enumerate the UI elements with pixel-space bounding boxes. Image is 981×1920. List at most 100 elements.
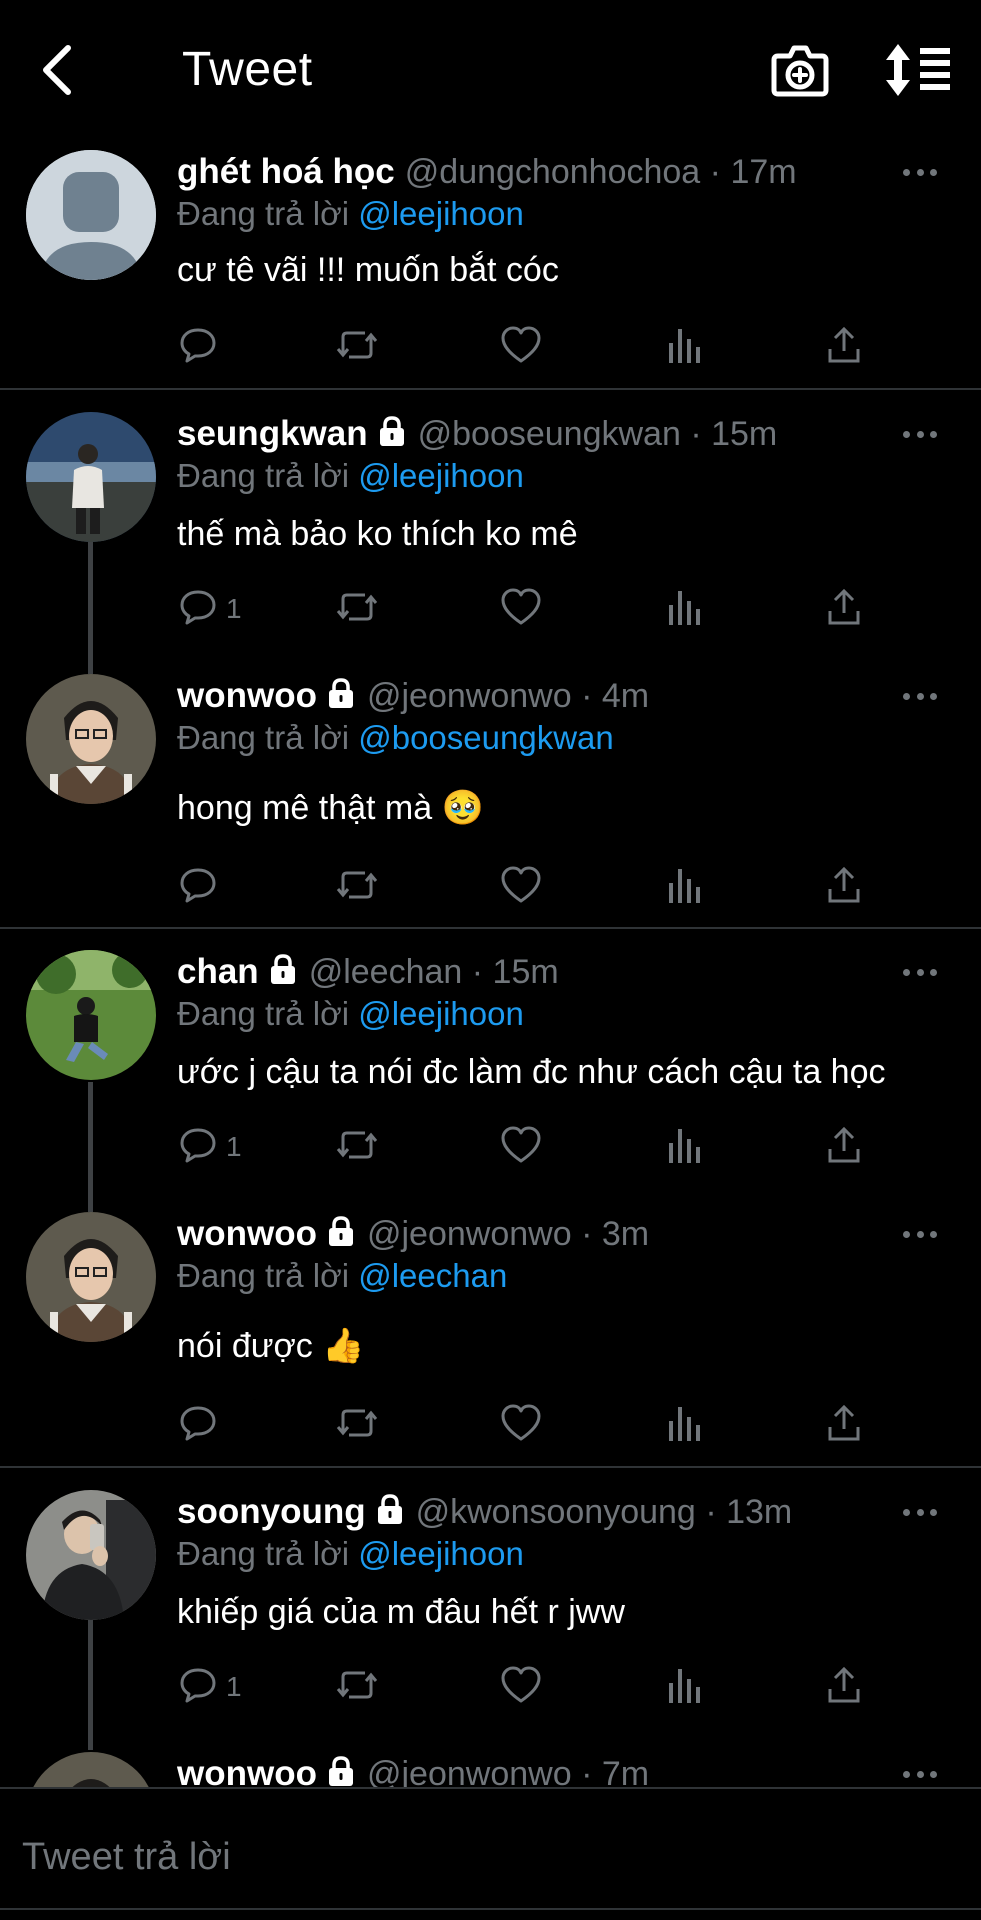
- reply-count: 1: [226, 593, 242, 624]
- lock-icon: [374, 1493, 406, 1534]
- user-handle[interactable]: @booseungkwan: [418, 415, 681, 453]
- avatar[interactable]: [26, 674, 156, 804]
- share-button[interactable]: [826, 862, 862, 912]
- replying-to: Đang trả lời @leejihoon: [177, 994, 524, 1034]
- replying-to: Đang trả lời @leechan: [177, 1256, 507, 1296]
- tweet-item[interactable]: seungkwan @booseungkwan · 15m Đang trả lờ…: [0, 410, 981, 640]
- share-button[interactable]: [826, 1122, 862, 1172]
- reply-icon: [178, 1665, 218, 1710]
- reply-button[interactable]: [178, 322, 226, 372]
- top-navigation-bar: Tweet: [0, 0, 981, 140]
- reply-button[interactable]: 1: [178, 1662, 242, 1712]
- display-name[interactable]: wonwoo: [177, 1214, 317, 1253]
- more-options-button[interactable]: [895, 1214, 945, 1254]
- reply-button[interactable]: [178, 862, 226, 912]
- avatar[interactable]: [26, 950, 156, 1080]
- user-handle[interactable]: @kwonsoonyoung: [416, 1493, 696, 1531]
- timestamp: · 15m: [471, 953, 559, 991]
- views-button[interactable]: [666, 1662, 702, 1712]
- timestamp: · 13m: [705, 1493, 793, 1531]
- reply-icon: [178, 1403, 218, 1448]
- retweet-button[interactable]: [335, 862, 379, 912]
- user-handle[interactable]: @jeonwonwo: [367, 677, 572, 715]
- tweet-item[interactable]: chan @leechan · 15m Đang trả lời @leejiho…: [0, 948, 981, 1178]
- avatar-photo: [26, 1490, 156, 1620]
- mention-link[interactable]: @leechan: [358, 1257, 507, 1294]
- tweet-item[interactable]: soonyoung @kwonsoonyoung · 13m Đang trả l…: [0, 1488, 981, 1718]
- display-name[interactable]: ghét hoá học: [177, 152, 395, 191]
- tweet-item[interactable]: wonwoo @jeonwonwo · 3m Đang trả lời @leec…: [0, 1210, 981, 1460]
- reply-button[interactable]: [178, 1400, 226, 1450]
- tweet-item[interactable]: ghét hoá học @dungchonhochoa · 17m Đang t…: [0, 148, 981, 388]
- heart-icon: [500, 865, 542, 910]
- sort-lines-icon: [886, 44, 950, 96]
- display-name[interactable]: seungkwan: [177, 414, 368, 453]
- share-button[interactable]: [826, 322, 862, 372]
- like-button[interactable]: [500, 1662, 542, 1712]
- heart-icon: [500, 1125, 542, 1170]
- tweet-actions: 1: [170, 584, 890, 634]
- tweet-item[interactable]: wonwoo @jeonwonwo · 7m: [0, 1750, 981, 1882]
- more-options-button[interactable]: [895, 152, 945, 192]
- views-button[interactable]: [666, 1122, 702, 1172]
- timestamp: · 17m: [709, 153, 797, 191]
- reply-count: 1: [226, 1131, 242, 1162]
- mention-link[interactable]: @leejihoon: [358, 195, 524, 232]
- tweet-text: hong mê thật mà 🥹: [177, 789, 484, 827]
- divider: [0, 388, 981, 390]
- like-button[interactable]: [500, 1400, 542, 1450]
- more-options-button[interactable]: [895, 414, 945, 454]
- tweet-text: cư tê vãi !!! muốn bắt cóc: [177, 251, 559, 289]
- replying-to: Đang trả lời @leejihoon: [177, 1534, 524, 1574]
- more-options-button[interactable]: [895, 676, 945, 716]
- timestamp: · 3m: [581, 1215, 650, 1253]
- retweet-button[interactable]: [335, 1662, 379, 1712]
- share-button[interactable]: [826, 584, 862, 634]
- tweet-item[interactable]: wonwoo @jeonwonwo · 4m Đang trả lời @boos…: [0, 672, 981, 922]
- retweet-button[interactable]: [335, 322, 379, 372]
- like-button[interactable]: [500, 1122, 542, 1172]
- user-handle[interactable]: @leechan: [309, 953, 463, 991]
- mention-link[interactable]: @leejihoon: [358, 457, 524, 494]
- back-button[interactable]: [32, 40, 82, 100]
- more-options-button[interactable]: [895, 1492, 945, 1532]
- bar-chart-icon: [666, 1125, 702, 1170]
- like-button[interactable]: [500, 862, 542, 912]
- display-name[interactable]: soonyoung: [177, 1492, 366, 1531]
- like-button[interactable]: [500, 322, 542, 372]
- mention-link[interactable]: @leejihoon: [358, 995, 524, 1032]
- heart-icon: [500, 325, 542, 370]
- avatar[interactable]: [26, 1490, 156, 1620]
- divider: [0, 1908, 981, 1910]
- retweet-button[interactable]: [335, 1122, 379, 1172]
- avatar[interactable]: [26, 150, 156, 280]
- user-handle[interactable]: @jeonwonwo: [367, 1215, 572, 1253]
- tweet-text: khiếp giá của m đâu hết r jww: [177, 1593, 625, 1631]
- mention-link[interactable]: @booseungkwan: [358, 719, 614, 756]
- avatar[interactable]: [26, 1212, 156, 1342]
- retweet-button[interactable]: [335, 1400, 379, 1450]
- user-handle[interactable]: @dungchonhochoa: [405, 153, 700, 191]
- tweet-header: wonwoo @jeonwonwo · 3m: [177, 1214, 891, 1256]
- like-button[interactable]: [500, 584, 542, 634]
- divider: [0, 1466, 981, 1468]
- views-button[interactable]: [666, 1400, 702, 1450]
- reply-button[interactable]: 1: [178, 584, 242, 634]
- reply-button[interactable]: 1: [178, 1122, 242, 1172]
- replying-label: Đang trả lời: [177, 195, 350, 232]
- sort-button[interactable]: [884, 40, 954, 100]
- views-button[interactable]: [666, 322, 702, 372]
- display-name[interactable]: chan: [177, 952, 259, 991]
- views-button[interactable]: [666, 584, 702, 634]
- display-name[interactable]: wonwoo: [177, 676, 317, 715]
- mention-link[interactable]: @leejihoon: [358, 1535, 524, 1572]
- avatar[interactable]: [26, 412, 156, 542]
- reply-input[interactable]: [22, 1829, 922, 1885]
- share-icon: [826, 1125, 862, 1170]
- more-options-button[interactable]: [895, 952, 945, 992]
- views-button[interactable]: [666, 862, 702, 912]
- camera-button[interactable]: [770, 42, 830, 98]
- share-button[interactable]: [826, 1400, 862, 1450]
- retweet-button[interactable]: [335, 584, 379, 634]
- share-button[interactable]: [826, 1662, 862, 1712]
